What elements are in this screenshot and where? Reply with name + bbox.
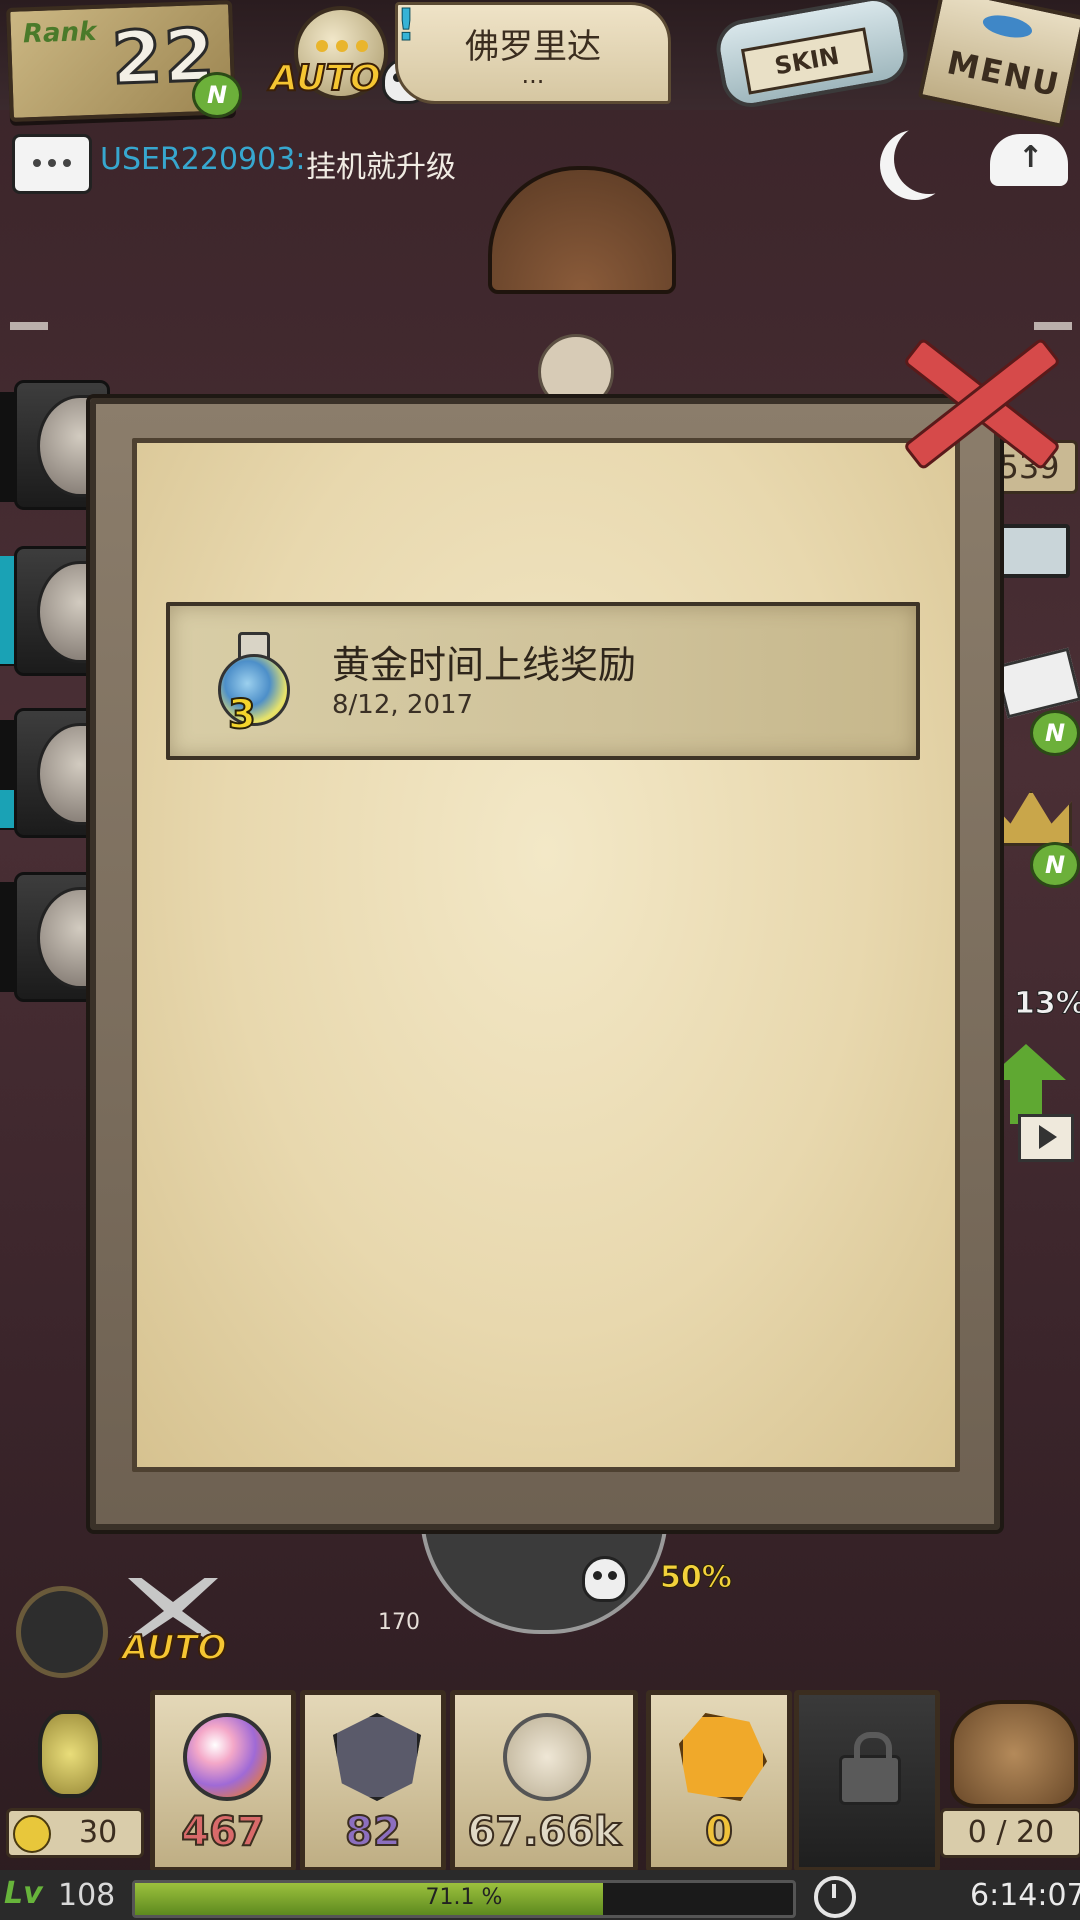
hourglass-icon[interactable] — [18, 1700, 108, 1800]
inventory-bag-icon[interactable] — [950, 1700, 1078, 1808]
chat-message: 挂机就升级 — [306, 150, 456, 185]
potion-icon: 3 — [204, 624, 298, 739]
cloud-upload-icon[interactable] — [990, 134, 1068, 186]
shop-cart-icon[interactable] — [988, 508, 1070, 588]
skull-icon — [582, 1556, 628, 1602]
reward-count: 3 — [227, 691, 257, 739]
clock-icon — [814, 1876, 856, 1918]
skin-button[interactable]: SKIN — [711, 0, 913, 112]
crown-new-badge: N — [1030, 842, 1080, 888]
mail-title: 黄金时间上线奖励 — [332, 643, 637, 687]
shell-value: 67.66k — [466, 1808, 621, 1856]
fish-icon — [980, 11, 1034, 42]
chat-icon[interactable] — [12, 134, 92, 194]
auto-fight-label: AUTO — [121, 1627, 227, 1669]
close-button[interactable] — [900, 336, 1062, 471]
compass-icon[interactable] — [16, 1586, 108, 1678]
rank-label: Rank — [22, 16, 97, 50]
orb-icon — [183, 1713, 271, 1801]
mail-dialog-paper — [132, 438, 960, 1472]
mail-icon[interactable] — [994, 647, 1080, 719]
crown-icon[interactable] — [990, 790, 1072, 846]
gem-value: 0 — [704, 1808, 734, 1856]
level-icon: Lv — [4, 1876, 43, 1911]
divider-left — [10, 322, 48, 330]
video-play-icon[interactable] — [1018, 1114, 1074, 1162]
distance-label: 170 — [378, 1610, 420, 1635]
shield-icon — [333, 1713, 421, 1801]
xp-bar: 71.1 % — [132, 1880, 796, 1918]
mail-new-badge: N — [1030, 710, 1080, 756]
location-sub: ... — [521, 61, 545, 89]
inventory-count: 0 / 20 — [940, 1808, 1080, 1858]
auto-fight-button[interactable]: AUTO — [112, 1578, 232, 1674]
resource-gem[interactable]: 0 — [646, 1690, 792, 1872]
location-banner[interactable]: 佛罗里达 ... — [395, 2, 671, 104]
rank-new-badge: N — [192, 72, 242, 118]
locked-slot[interactable] — [794, 1690, 940, 1872]
coin-value: 30 — [79, 1815, 118, 1850]
resource-shell[interactable]: 67.66k — [450, 1690, 638, 1872]
chat-username: USER220903: — [100, 142, 306, 177]
lock-icon — [839, 1732, 901, 1805]
xp-percent: 71.1 % — [425, 1885, 503, 1910]
clock-time: 6:14:07 — [970, 1878, 1080, 1913]
menu-label: MENU — [943, 43, 1064, 105]
boost-percent: 50% — [660, 1560, 733, 1596]
auto-battle-button[interactable]: AUTO — [269, 6, 428, 106]
progress-percent: 13% — [1014, 986, 1080, 1022]
orb-value: 467 — [180, 1808, 266, 1856]
parachute-icon[interactable] — [488, 166, 676, 294]
mail-date: 8/12, 2017 — [332, 690, 474, 720]
auto-label: AUTO — [269, 57, 382, 100]
shell-icon — [503, 1713, 591, 1801]
moon-icon[interactable] — [894, 124, 964, 194]
coin-icon — [13, 1815, 51, 1853]
divider-right — [1034, 322, 1072, 330]
shield-value: 82 — [344, 1808, 402, 1856]
resource-orb[interactable]: 467 — [150, 1690, 296, 1872]
level-value: 108 — [58, 1878, 116, 1913]
coin-counter: 30 — [6, 1808, 144, 1858]
resource-shield[interactable]: 82 — [300, 1690, 446, 1872]
quest-alert-icon: ! — [395, 0, 417, 52]
gem-icon — [679, 1713, 767, 1801]
